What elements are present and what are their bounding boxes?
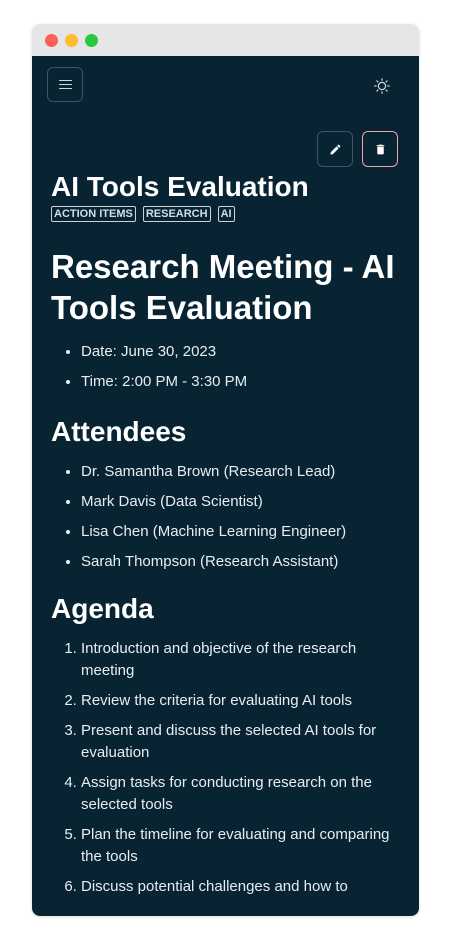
attendees-list: Dr. Samantha Brown (Research Lead) Mark … xyxy=(51,461,401,573)
delete-note-button[interactable] xyxy=(362,131,398,167)
theme-toggle-button[interactable] xyxy=(368,76,396,96)
tag-ai[interactable]: AI xyxy=(217,206,235,222)
note-view: AI Tools Evaluation ACTION ITEMS RESEARC… xyxy=(32,56,419,916)
note-title: AI Tools Evaluation xyxy=(51,171,309,202)
hamburger-icon xyxy=(58,77,72,91)
sun-icon xyxy=(374,78,390,94)
list-item: Introduction and objective of the resear… xyxy=(81,638,401,682)
list-item: Lisa Chen (Machine Learning Engineer) xyxy=(81,521,401,543)
list-item: Review the criteria for evaluating AI to… xyxy=(81,690,401,712)
close-window-button[interactable] xyxy=(45,34,58,47)
list-item: Discuss potential challenges and how to xyxy=(81,876,401,898)
list-item: Mark Davis (Data Scientist) xyxy=(81,491,401,513)
app-window: AI Tools Evaluation ACTION ITEMS RESEARC… xyxy=(32,24,419,916)
agenda-heading: Agenda xyxy=(51,593,154,624)
meeting-date: Date: June 30, 2023 xyxy=(81,341,401,363)
edit-note-button[interactable] xyxy=(317,131,353,167)
meeting-meta-list: Date: June 30, 2023 Time: 2:00 PM - 3:30… xyxy=(51,341,401,393)
trash-icon xyxy=(376,144,384,154)
tag-action-items[interactable]: ACTION ITEMS xyxy=(51,206,136,222)
agenda-list: Introduction and objective of the resear… xyxy=(51,638,401,898)
list-item: Sarah Thompson (Research Assistant) xyxy=(81,551,401,573)
tag-list: ACTION ITEMS RESEARCH AI xyxy=(51,206,235,222)
window-titlebar xyxy=(32,24,419,56)
meeting-time: Time: 2:00 PM - 3:30 PM xyxy=(81,371,401,393)
note-content: Research Meeting - AI Tools Evaluation D… xyxy=(51,246,401,906)
zoom-window-button[interactable] xyxy=(85,34,98,47)
list-item: Assign tasks for conducting research on … xyxy=(81,772,401,816)
list-item: Dr. Samantha Brown (Research Lead) xyxy=(81,461,401,483)
pencil-icon xyxy=(330,144,340,154)
tag-research[interactable]: RESEARCH xyxy=(142,206,211,222)
attendees-heading: Attendees xyxy=(51,416,187,447)
minimize-window-button[interactable] xyxy=(65,34,78,47)
content-heading: Research Meeting - AI Tools Evaluation xyxy=(51,248,395,326)
list-item: Present and discuss the selected AI tool… xyxy=(81,720,401,764)
menu-button[interactable] xyxy=(47,67,83,102)
list-item: Plan the timeline for evaluating and com… xyxy=(81,824,401,868)
